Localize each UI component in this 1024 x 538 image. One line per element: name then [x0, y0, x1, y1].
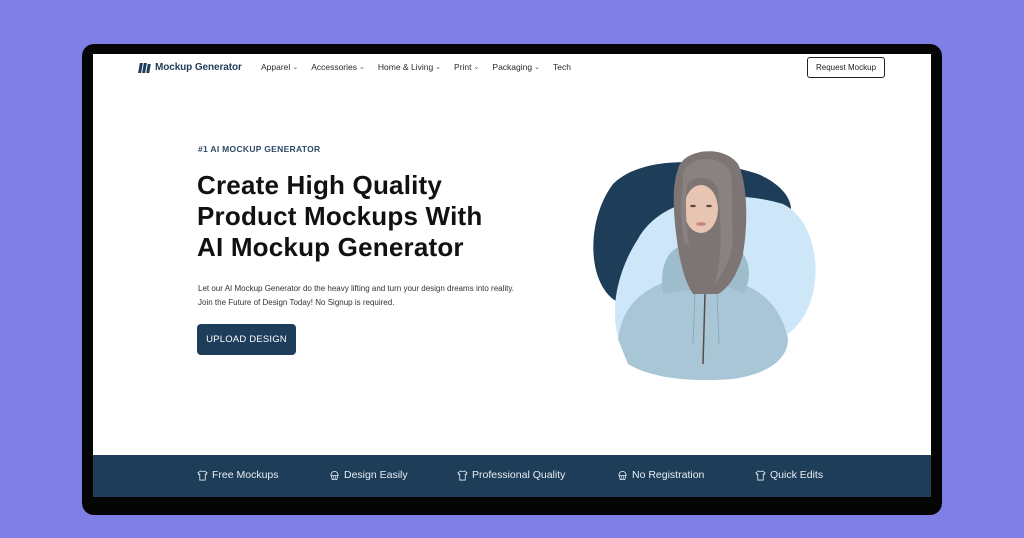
features-bar: Free Mockups Design Easily Professional …	[93, 455, 931, 497]
headline-line: AI Mockup Generator	[197, 232, 464, 262]
nav-item-tech[interactable]: Tech	[553, 62, 571, 72]
request-mockup-button[interactable]: Request Mockup	[807, 57, 885, 78]
top-navigation: Mockup Generator Apparel ⌄ Accessories ⌄…	[93, 54, 931, 82]
main-menu: Apparel ⌄ Accessories ⌄ Home & Living ⌄ …	[261, 62, 584, 72]
feature-label: Design Easily	[344, 469, 408, 481]
tshirt-icon	[755, 469, 766, 480]
hero-eyebrow: #1 AI MOCKUP GENERATOR	[198, 144, 321, 154]
headline-line: Create High Quality	[197, 170, 443, 200]
nav-item-packaging[interactable]: Packaging ⌄	[492, 62, 540, 72]
nav-item-label: Accessories	[311, 62, 358, 72]
feature-label: Free Mockups	[212, 469, 279, 481]
feature-label: No Registration	[632, 469, 705, 481]
feature-label: Professional Quality	[472, 469, 566, 481]
tshirt-icon	[457, 469, 468, 480]
feature-professional-quality: Professional Quality	[457, 469, 565, 481]
chevron-down-icon: ⌄	[435, 64, 442, 71]
feature-label: Quick Edits	[770, 469, 824, 481]
feature-no-registration: No Registration	[617, 469, 704, 481]
chevron-down-icon: ⌄	[292, 64, 299, 71]
tshirt-icon	[197, 469, 208, 480]
nav-item-print[interactable]: Print ⌄	[454, 62, 479, 72]
description-line: Join the Future of Design Today! No Sign…	[198, 298, 395, 307]
nav-item-label: Packaging	[492, 62, 533, 72]
chevron-down-icon: ⌄	[473, 64, 480, 71]
nav-item-label: Print	[454, 62, 472, 72]
upload-design-button[interactable]: UPLOAD DESIGN	[197, 324, 296, 355]
hero-image	[593, 151, 816, 381]
hero-headline: Create High Quality Product Mockups With…	[197, 170, 597, 263]
cupcake-icon	[330, 470, 339, 480]
nav-item-accessories[interactable]: Accessories ⌄	[311, 62, 365, 72]
chevron-down-icon: ⌄	[359, 64, 365, 71]
website-screen: Mockup Generator Apparel ⌄ Accessories ⌄…	[93, 54, 931, 497]
feature-free-mockups: Free Mockups	[197, 469, 279, 481]
hero-description: Let our AI Mockup Generator do the heavy…	[198, 282, 578, 310]
brand-name: Mockup Generator	[155, 62, 242, 73]
nav-item-label: Home & Living	[377, 62, 434, 72]
logo-bars-icon	[138, 62, 151, 73]
description-line: Let our AI Mockup Generator do the heavy…	[198, 284, 515, 293]
feature-quick-edits: Quick Edits	[755, 469, 823, 481]
nav-item-label: Tech	[552, 62, 571, 72]
feature-design-easily: Design Easily	[329, 469, 408, 481]
cupcake-icon	[618, 470, 627, 480]
nav-item-home-living[interactable]: Home & Living ⌄	[378, 62, 441, 72]
nav-item-label: Apparel	[261, 62, 291, 72]
headline-line: Product Mockups With	[197, 201, 483, 231]
brand-logo[interactable]: Mockup Generator	[138, 62, 242, 73]
nav-item-apparel[interactable]: Apparel ⌄	[261, 62, 298, 72]
chevron-down-icon: ⌄	[534, 64, 540, 71]
